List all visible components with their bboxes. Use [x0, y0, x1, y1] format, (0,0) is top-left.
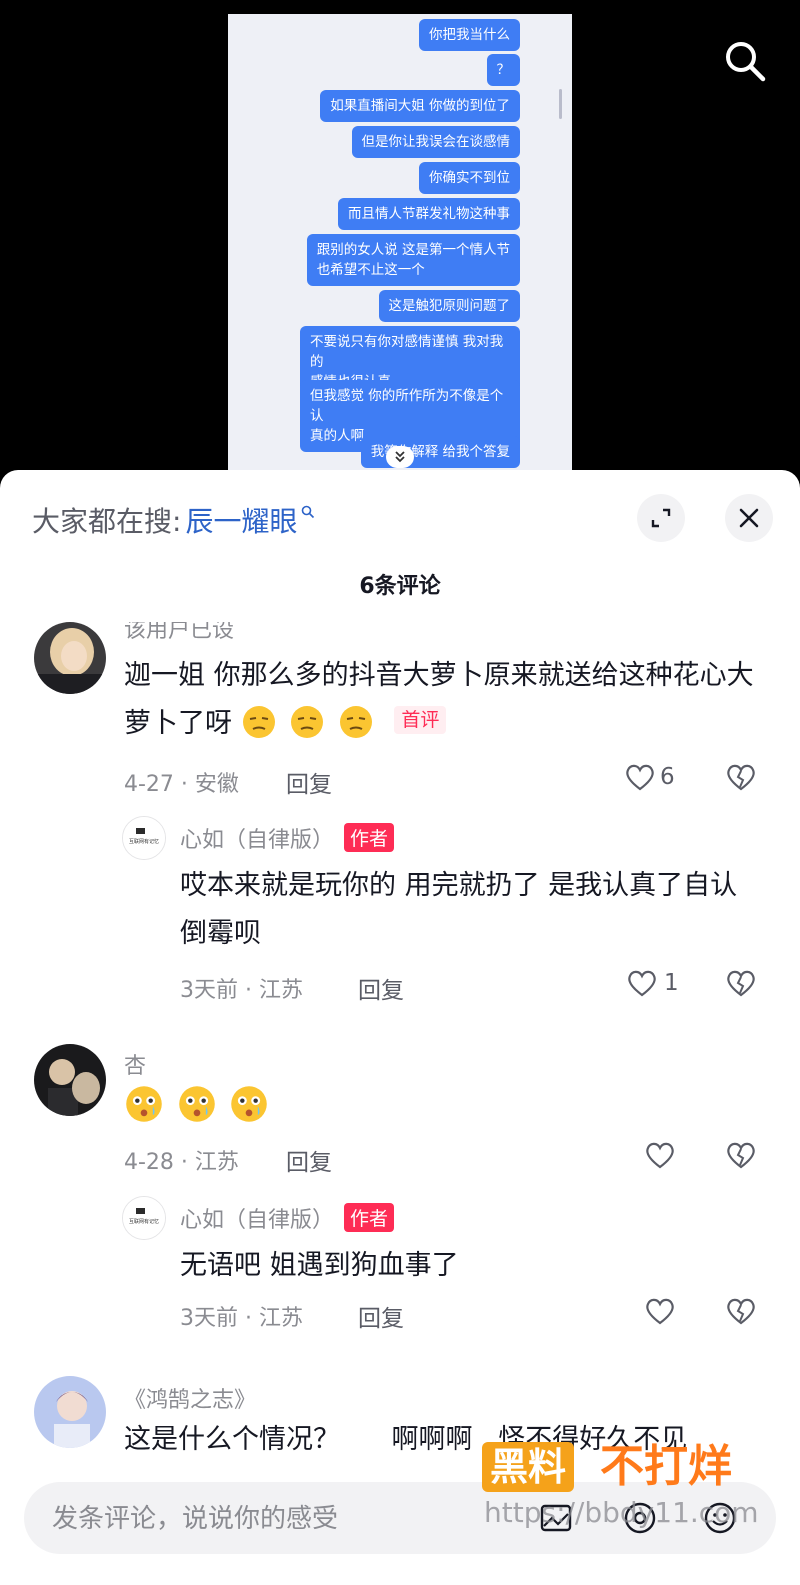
- comment-count: 6条评论: [359, 574, 441, 599]
- reply-button[interactable]: 回复: [358, 1299, 404, 1333]
- trending-keyword[interactable]: 辰一耀眼: [185, 500, 297, 540]
- comment-text: 这是什么个情况？ 啊啊啊 怪不得好久不见: [124, 1424, 688, 1455]
- comment-input-bar: [24, 1482, 776, 1554]
- author-badge: 作者: [344, 823, 395, 852]
- reply-button[interactable]: 回复: [358, 971, 404, 1005]
- chat-bubble: 跟别的女人说 这是第一个情人节 也希望不止这一个: [306, 234, 520, 286]
- like-button[interactable]: [644, 1140, 676, 1170]
- comment-username[interactable]: 杏: [124, 1048, 146, 1080]
- comment-text: 迦一姐 你那么多的抖音大萝卜原来就送给这种花心大萝卜了呀 首评: [124, 652, 774, 748]
- like-button[interactable]: [644, 1296, 676, 1326]
- comment-text: 哎本来就是玩你的 用完就扔了 是我认真了自认倒霉呗: [180, 870, 738, 949]
- svg-text:互联网有记忆: 互联网有记忆: [129, 1218, 159, 1225]
- chat-bubble: ？: [486, 54, 520, 86]
- comment-meta: 4-27 · 安徽: [124, 772, 239, 797]
- expand-button[interactable]: [637, 494, 685, 542]
- like-button[interactable]: 6: [624, 762, 675, 792]
- heart-icon: [646, 1298, 674, 1325]
- image-icon: [540, 1504, 572, 1532]
- dislike-button[interactable]: [724, 1296, 758, 1330]
- broken-heart-icon: [727, 1142, 755, 1169]
- expand-icon: [651, 508, 671, 528]
- heart-icon: [628, 970, 656, 997]
- comment-meta: 3天前 · 江苏: [180, 978, 303, 1003]
- avatar[interactable]: [34, 1044, 106, 1116]
- broken-heart-icon: [727, 1298, 755, 1325]
- search-icon: [301, 504, 315, 523]
- video-player[interactable]: 你把我当什么 ？ 如果直播间大姐 你做的到位了 但是你让我误会在谈感情 你确实不…: [0, 0, 800, 490]
- avatar[interactable]: [34, 1376, 106, 1448]
- comment-sheet: 大家都在搜: 辰一耀眼 6条评论 该用户已设 迦一姐 你那么多的抖音大萝卜原来就…: [0, 470, 800, 1585]
- author-avatar[interactable]: 互联网有记忆: [122, 1196, 166, 1240]
- trending-label: 大家都在搜:: [32, 505, 182, 538]
- trending-search[interactable]: 大家都在搜: 辰一耀眼: [32, 500, 315, 540]
- emoji-button[interactable]: [700, 1498, 740, 1538]
- username-text: 心如（自律版）: [180, 828, 335, 853]
- close-button[interactable]: [725, 494, 773, 542]
- chat-bubble: 如果直播间大姐 你做的到位了: [320, 90, 520, 122]
- dislike-button[interactable]: [724, 968, 758, 1002]
- smile-icon: [704, 1502, 736, 1534]
- comment-meta: 4-28 · 江苏: [124, 1150, 239, 1175]
- chat-bubble: 我等你解释 给我个答复: [360, 436, 520, 468]
- search-icon: [726, 42, 766, 82]
- comment-username[interactable]: 心如（自律版） 作者: [180, 1202, 395, 1234]
- chevron-double-down-icon: [395, 451, 405, 463]
- svg-text:互联网有记忆: 互联网有记忆: [129, 838, 159, 845]
- chat-bubble: 而且情人节群发礼物这种事: [338, 198, 520, 230]
- comment-text: 无语吧 姐遇到狗血事了: [180, 1250, 459, 1281]
- comment-meta: 3天前 · 江苏: [180, 1306, 303, 1331]
- dislike-button[interactable]: [724, 1140, 758, 1174]
- chat-scrollbar: [559, 89, 562, 119]
- like-button[interactable]: 1: [626, 968, 679, 998]
- reply-button[interactable]: 回复: [286, 765, 332, 799]
- comment-username[interactable]: 心如（自律版） 作者: [180, 822, 395, 854]
- username-text: 心如（自律版）: [180, 1208, 335, 1233]
- face-emoji-icon: [241, 706, 387, 739]
- chat-bubble: 你确实不到位: [419, 162, 520, 194]
- search-button[interactable]: [720, 36, 770, 86]
- chat-bubble: 但是你让我误会在谈感情: [351, 126, 520, 158]
- like-count: 1: [664, 970, 679, 996]
- collapse-comments-button[interactable]: [386, 446, 414, 468]
- comment-username[interactable]: 《鸿鹄之志》: [124, 1382, 256, 1414]
- at-icon: [624, 1502, 656, 1534]
- face-emoji-icon: [124, 1086, 273, 1123]
- comment-username[interactable]: 该用户已设: [124, 622, 234, 644]
- dislike-button[interactable]: [724, 762, 758, 796]
- comment-input[interactable]: [50, 1496, 514, 1542]
- first-comment-badge: 首评: [394, 706, 447, 734]
- chat-screenshot: 你把我当什么 ？ 如果直播间大姐 你做的到位了 但是你让我误会在谈感情 你确实不…: [228, 14, 572, 490]
- chat-bubble: 你把我当什么: [419, 19, 520, 51]
- like-count: 6: [660, 764, 675, 790]
- author-avatar[interactable]: 互联网有记忆: [122, 816, 166, 860]
- close-icon: [739, 508, 759, 528]
- reply-button[interactable]: 回复: [286, 1143, 332, 1177]
- broken-heart-icon: [727, 764, 755, 791]
- author-badge: 作者: [344, 1203, 395, 1232]
- comment-text: [124, 1084, 273, 1132]
- mention-button[interactable]: [620, 1498, 660, 1538]
- heart-icon: [646, 1142, 674, 1169]
- image-button[interactable]: [536, 1498, 576, 1538]
- chat-bubble: 这是触犯原则问题了: [378, 290, 520, 322]
- avatar[interactable]: [34, 622, 106, 694]
- broken-heart-icon: [727, 970, 755, 997]
- heart-icon: [626, 764, 654, 791]
